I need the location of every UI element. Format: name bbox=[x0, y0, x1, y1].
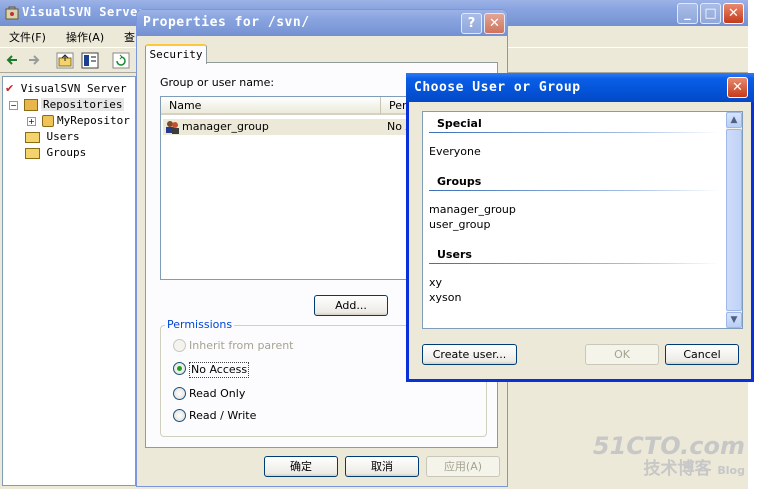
vertical-scrollbar[interactable]: ▲ ▼ bbox=[726, 112, 742, 328]
tab-security[interactable]: Security bbox=[145, 44, 207, 64]
menu-action[interactable]: 操作(A) bbox=[66, 29, 104, 45]
choose-user-dialog: Choose User or Group ✕ Special Everyone … bbox=[406, 73, 754, 382]
chooser-cancel-button[interactable]: Cancel bbox=[665, 344, 739, 365]
minimize-button[interactable]: _ bbox=[677, 3, 698, 24]
watermark-line2-row: 技术博客 Blog bbox=[593, 459, 745, 481]
radio-read-only[interactable] bbox=[173, 387, 186, 400]
section-divider bbox=[429, 132, 719, 133]
list-item-name: manager_group bbox=[182, 120, 269, 133]
app-icon bbox=[4, 5, 20, 24]
help-button[interactable]: ? bbox=[461, 13, 482, 34]
tree-root[interactable]: ✔ VisualSVN Server bbox=[5, 81, 127, 97]
list-item-user-group[interactable]: user_group bbox=[429, 218, 490, 231]
tree-item-groups[interactable]: Groups bbox=[25, 145, 86, 161]
section-heading-special: Special bbox=[437, 117, 482, 130]
main-window-title: VisualSVN Server bbox=[22, 5, 146, 19]
watermark-logo: 51CTO.com 技术博客 Blog bbox=[593, 433, 745, 481]
collapse-icon[interactable]: − bbox=[9, 100, 18, 110]
tree-root-label: VisualSVN Server bbox=[20, 82, 127, 95]
chooser-cancel-button-label: Cancel bbox=[683, 348, 721, 361]
watermark-line3: Blog bbox=[717, 464, 745, 477]
chooser-ok-button-label: OK bbox=[614, 348, 630, 361]
forward-arrow-icon[interactable] bbox=[27, 53, 41, 70]
section-divider bbox=[429, 190, 719, 191]
permissions-label: Permissions bbox=[165, 318, 235, 331]
properties-close-button[interactable]: ✕ bbox=[484, 13, 505, 34]
properties-title-bar[interactable]: Properties for /svn/ ? ✕ bbox=[137, 10, 507, 36]
group-icon bbox=[165, 120, 180, 137]
expand-icon[interactable]: + bbox=[27, 116, 36, 126]
list-item-manager-group[interactable]: manager_group bbox=[429, 203, 516, 216]
menu-view[interactable]: 查 bbox=[124, 29, 135, 45]
up-folder-icon[interactable] bbox=[56, 52, 74, 72]
tree-item-users[interactable]: Users bbox=[25, 129, 80, 145]
radio-inherit[interactable] bbox=[173, 339, 186, 352]
apply-button[interactable]: 应用(A) bbox=[426, 456, 500, 477]
radio-inherit-label: Inherit from parent bbox=[189, 339, 294, 352]
ok-button[interactable]: 确定 bbox=[264, 456, 338, 477]
watermark-line2: 技术博客 bbox=[643, 459, 712, 479]
chooser-title: Choose User or Group bbox=[414, 80, 581, 95]
menu-file[interactable]: 文件(F) bbox=[9, 29, 46, 45]
apply-button-label: 应用(A) bbox=[443, 460, 483, 473]
section-heading-groups: Groups bbox=[437, 175, 482, 188]
section-heading-users: Users bbox=[437, 248, 472, 261]
visualsvn-check-icon: ✔ bbox=[5, 82, 15, 95]
tab-security-label: Security bbox=[149, 48, 203, 61]
group-or-user-label: Group or user name: bbox=[160, 76, 275, 89]
scroll-down-icon[interactable]: ▼ bbox=[726, 312, 742, 328]
cancel-button-label: 取消 bbox=[371, 460, 393, 473]
radio-no-access[interactable] bbox=[173, 362, 186, 375]
tree-groups-label: Groups bbox=[46, 146, 87, 159]
main-close-button[interactable]: ✕ bbox=[723, 3, 744, 24]
tree-item-repositories[interactable]: − Repositories bbox=[9, 97, 125, 113]
add-button[interactable]: Add... bbox=[314, 295, 388, 316]
radio-read-write[interactable] bbox=[173, 409, 186, 422]
tree-repo-label: MyRepositor bbox=[57, 114, 130, 127]
properties-title: Properties for /svn/ bbox=[143, 15, 310, 30]
chooser-close-button[interactable]: ✕ bbox=[727, 77, 748, 98]
show-hide-tree-icon[interactable] bbox=[81, 52, 99, 72]
repository-stack-icon bbox=[23, 99, 38, 111]
cancel-button[interactable]: 取消 bbox=[345, 456, 419, 477]
tree-repositories-label: Repositories bbox=[41, 98, 125, 111]
folder-icon bbox=[25, 147, 40, 159]
maximize-button[interactable]: □ bbox=[700, 3, 721, 24]
column-header-name[interactable]: Name bbox=[161, 97, 381, 115]
section-divider bbox=[429, 263, 719, 264]
scroll-thumb[interactable] bbox=[726, 129, 742, 311]
radio-read-only-label: Read Only bbox=[189, 387, 246, 400]
create-user-button[interactable]: Create user... bbox=[422, 344, 517, 365]
ok-button-label: 确定 bbox=[290, 460, 312, 473]
repository-icon bbox=[41, 115, 54, 127]
add-button-label: Add... bbox=[335, 299, 367, 312]
tree-pane: ✔ VisualSVN Server − Repositories + MyRe… bbox=[2, 76, 136, 486]
user-group-list[interactable]: Special Everyone Groups manager_group us… bbox=[422, 111, 743, 329]
scroll-up-icon[interactable]: ▲ bbox=[726, 112, 742, 128]
tree-item-myrepository[interactable]: + MyRepositor bbox=[27, 113, 130, 129]
refresh-icon[interactable] bbox=[112, 52, 130, 72]
radio-read-write-label: Read / Write bbox=[189, 409, 257, 422]
folder-icon bbox=[25, 131, 40, 143]
list-item-xyson[interactable]: xyson bbox=[429, 291, 461, 304]
radio-no-access-label: No Access bbox=[189, 362, 250, 378]
tree-users-label: Users bbox=[46, 130, 80, 143]
list-item-xy[interactable]: xy bbox=[429, 276, 442, 289]
chooser-ok-button[interactable]: OK bbox=[585, 344, 659, 365]
list-item-everyone[interactable]: Everyone bbox=[429, 145, 481, 158]
back-arrow-icon[interactable] bbox=[5, 53, 19, 70]
chooser-title-bar[interactable]: Choose User or Group ✕ bbox=[406, 73, 754, 102]
watermark-line1: 51CTO.com bbox=[592, 432, 745, 460]
create-user-button-label: Create user... bbox=[432, 348, 507, 361]
